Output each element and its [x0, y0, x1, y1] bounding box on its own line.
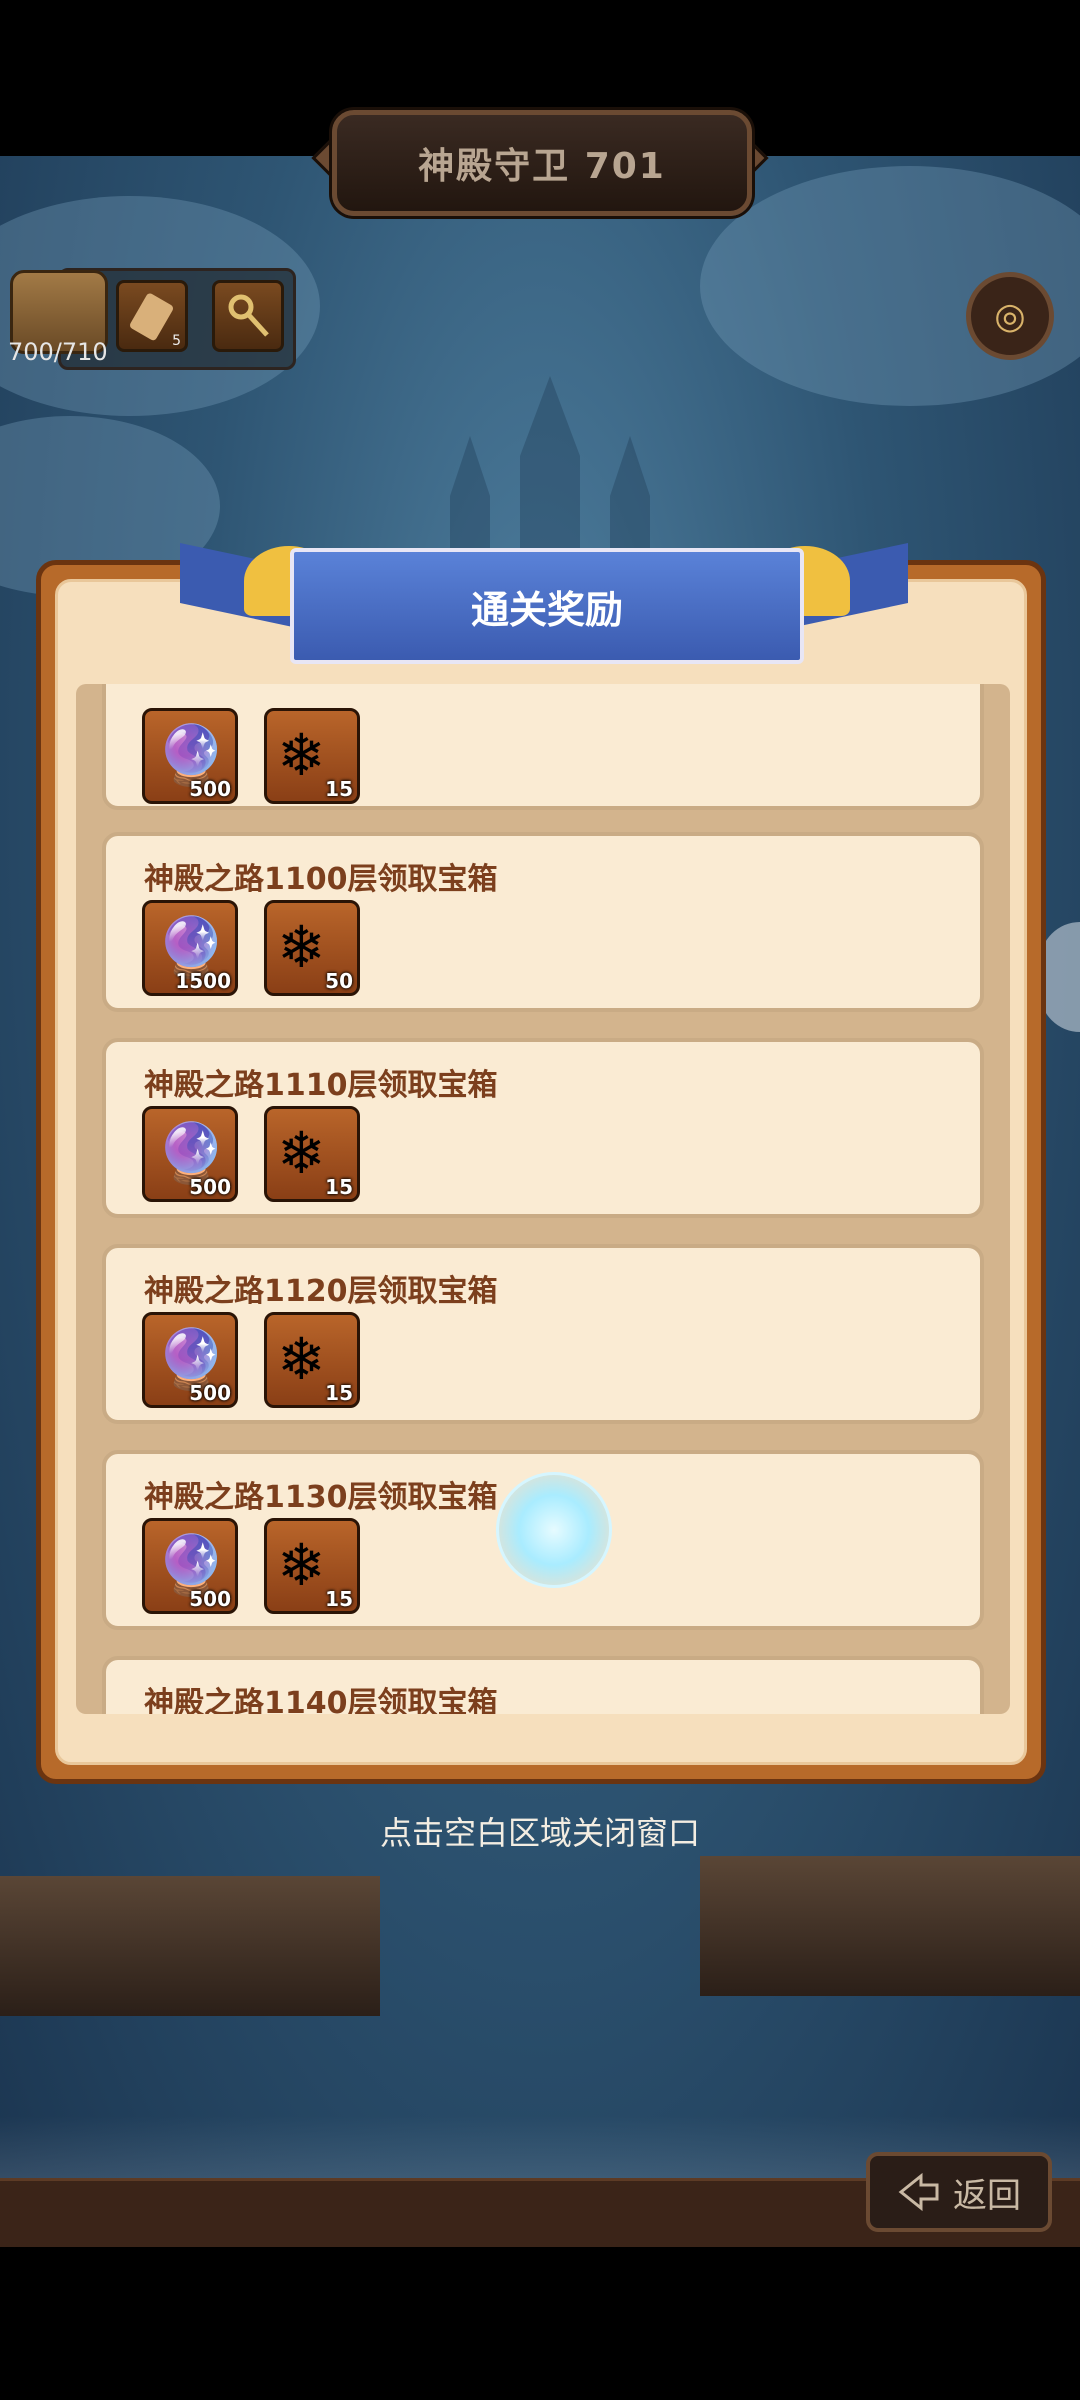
- back-label: 返回: [953, 2175, 1021, 2216]
- item-qty: 15: [325, 777, 353, 801]
- back-button[interactable]: 返回: [866, 2152, 1052, 2232]
- close-hint: 点击空白区域关闭窗口: [379, 1814, 700, 1852]
- blue-crystal-icon: ❄: [277, 913, 326, 981]
- bridge-right: [700, 1856, 1080, 1996]
- scroll-slot[interactable]: 5: [116, 280, 188, 352]
- reward-item[interactable]: ❄ 15: [264, 708, 360, 804]
- reward-item[interactable]: ❄ 50: [264, 900, 360, 996]
- reward-card: 神殿之路1120层领取宝箱 🔮 500 ❄ 15: [102, 1244, 984, 1424]
- reward-card: 神殿之路1100层领取宝箱 🔮 1500 ❄ 50: [102, 832, 984, 1012]
- reward-card: 神殿之路1110层领取宝箱 🔮 500 ❄ 15: [102, 1038, 984, 1218]
- item-qty: 15: [325, 1381, 353, 1405]
- slot-count: 5: [172, 333, 181, 349]
- reward-item[interactable]: 🔮 1500: [142, 900, 238, 996]
- panel-title: 通关奖励: [290, 548, 804, 664]
- blue-crystal-icon: ❄: [277, 1531, 326, 1599]
- item-qty: 15: [325, 1175, 353, 1199]
- blue-crystal-icon: ❄: [277, 1325, 326, 1393]
- key-slot[interactable]: [212, 280, 284, 352]
- mascot-button[interactable]: ◎: [966, 272, 1054, 360]
- reward-item[interactable]: 🔮 500: [142, 708, 238, 804]
- blue-crystal-icon: ❄: [277, 1119, 326, 1187]
- key-icon: [228, 294, 269, 337]
- reward-title: 神殿之路1110层领取宝箱: [144, 1068, 498, 1103]
- item-qty: 500: [189, 1381, 231, 1405]
- reward-title: 神殿之路1100层领取宝箱: [144, 862, 498, 897]
- back-arrow-icon: [898, 2172, 939, 2212]
- stage-title: 神殿守卫 701: [332, 110, 752, 216]
- reward-item[interactable]: ❄ 15: [264, 1518, 360, 1614]
- item-qty: 500: [189, 1175, 231, 1199]
- item-qty: 1500: [175, 969, 231, 993]
- reward-item[interactable]: 🔮 500: [142, 1518, 238, 1614]
- item-qty: 500: [189, 1587, 231, 1611]
- chest-count: 700/710: [8, 338, 108, 366]
- reward-title: 神殿之路1120层领取宝箱: [144, 1274, 498, 1309]
- reward-item[interactable]: ❄ 15: [264, 1312, 360, 1408]
- reward-card: 神殿之路1140层领取宝箱: [102, 1656, 984, 1714]
- reward-item[interactable]: ❄ 15: [264, 1106, 360, 1202]
- reward-item[interactable]: 🔮 500: [142, 1106, 238, 1202]
- item-qty: 50: [325, 969, 353, 993]
- mascot-icon: ◎: [994, 295, 1026, 337]
- reward-item[interactable]: 🔮 500: [142, 1312, 238, 1408]
- item-qty: 15: [325, 1587, 353, 1611]
- reward-title: 神殿之路1140层领取宝箱: [144, 1686, 498, 1714]
- touch-indicator-icon: [496, 1472, 612, 1588]
- blue-crystal-icon: ❄: [277, 721, 326, 789]
- reward-title: 神殿之路1130层领取宝箱: [144, 1480, 498, 1515]
- item-qty: 500: [189, 777, 231, 801]
- bridge-left: [0, 1876, 380, 2016]
- reward-card: 🔮 500 ❄ 15: [102, 684, 984, 810]
